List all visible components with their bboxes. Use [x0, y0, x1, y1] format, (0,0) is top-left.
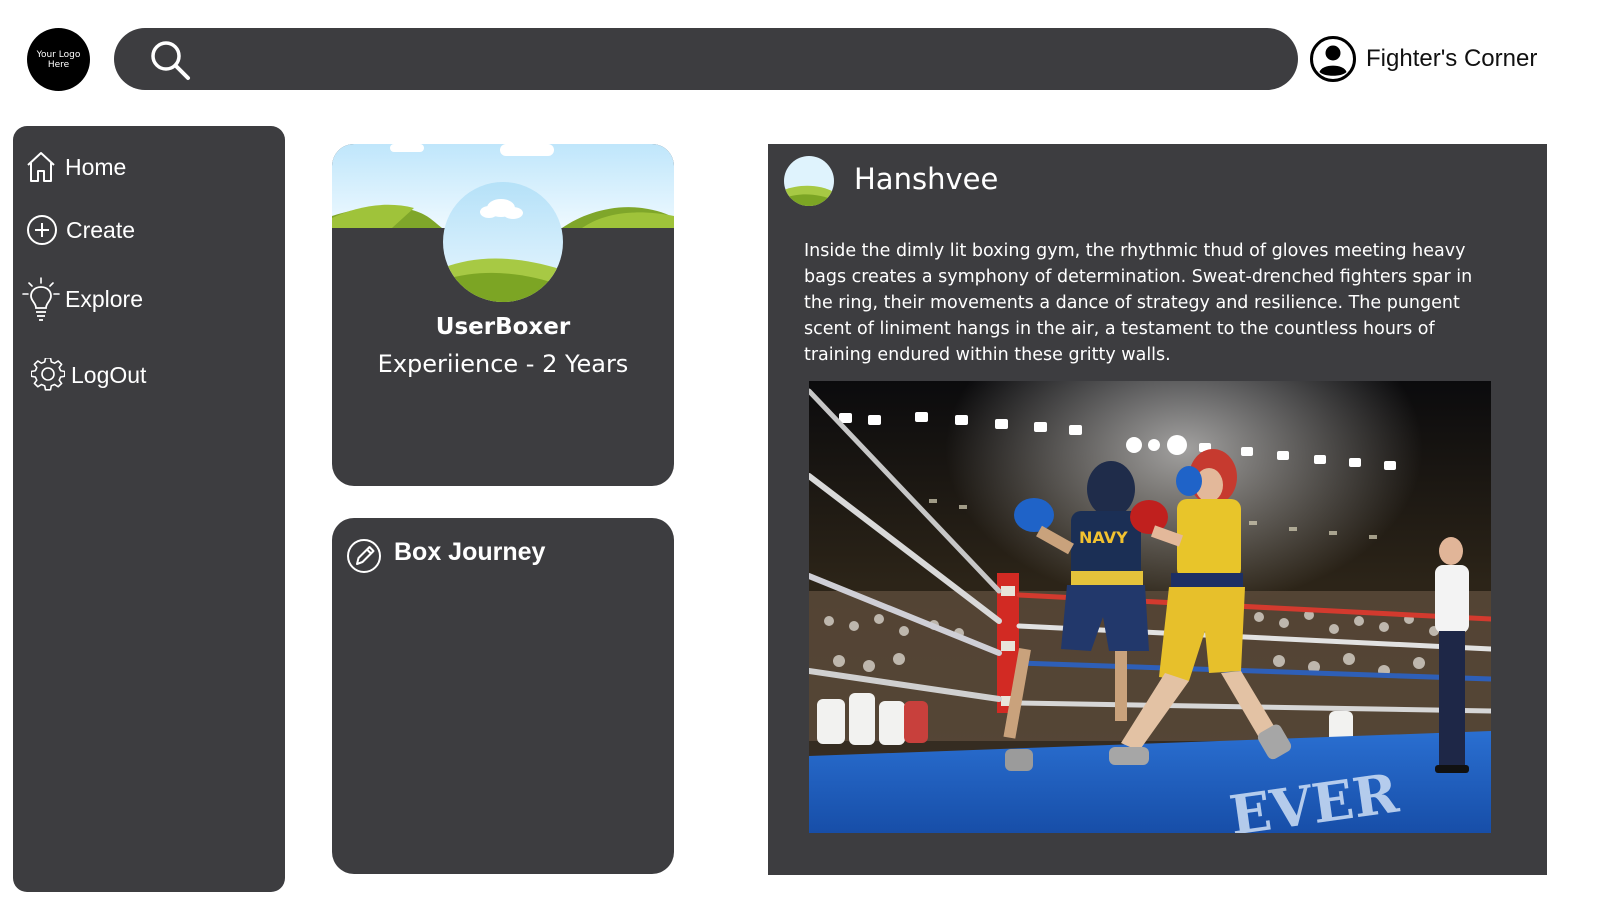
post-card: Hanshvee Inside the dimly lit boxing gym…: [768, 144, 1547, 875]
search-bar[interactable]: [114, 28, 1298, 90]
account-menu[interactable]: Fighter's Corner: [1309, 35, 1537, 83]
search-input[interactable]: [209, 36, 1273, 84]
home-icon: [27, 152, 55, 182]
post-avatar[interactable]: [784, 156, 834, 206]
sidebar: Home Create Explore LogOut: [13, 126, 285, 892]
sidebar-item-create[interactable]: Create: [26, 214, 135, 246]
referee: [1435, 537, 1469, 773]
logo[interactable]: Your Logo Here: [27, 28, 90, 91]
user-icon[interactable]: [1309, 35, 1357, 83]
sidebar-item-home[interactable]: Home: [25, 150, 126, 184]
sidebar-item-explore[interactable]: Explore: [21, 276, 143, 322]
post-text: Inside the dimly lit boxing gym, the rhy…: [804, 241, 1473, 365]
search-icon[interactable]: [148, 38, 192, 82]
sidebar-item-label: LogOut: [71, 361, 147, 388]
sidebar-item-label: Create: [66, 216, 136, 243]
gear-icon: [31, 358, 65, 391]
account-name: Fighter's Corner: [1366, 45, 1538, 72]
profile-avatar[interactable]: [443, 182, 563, 302]
journey-title: Box Journey: [394, 538, 546, 566]
profile-username: UserBoxer: [435, 314, 571, 340]
jersey-text: NAVY: [1079, 528, 1128, 547]
post-image: EVER NAVY: [809, 381, 1491, 833]
post-author: Hanshvee: [854, 162, 999, 196]
pencil-circle-icon: [347, 539, 381, 573]
sidebar-item-label: Home: [65, 153, 127, 180]
sidebar-item-logout[interactable]: LogOut: [31, 358, 146, 392]
plus-circle-icon: [27, 215, 57, 245]
sidebar-item-label: Explore: [65, 285, 143, 312]
lightbulb-icon: [22, 277, 60, 321]
journey-card[interactable]: Box Journey: [332, 518, 674, 874]
profile-card: UserBoxer Experiience - 2 Years: [332, 144, 674, 486]
page: Your Logo Here Fighter's Corner Home Cre…: [0, 0, 1600, 900]
profile-experience: Experiience - 2 Years: [377, 350, 629, 378]
logo-text: Your Logo Here: [36, 49, 81, 70]
